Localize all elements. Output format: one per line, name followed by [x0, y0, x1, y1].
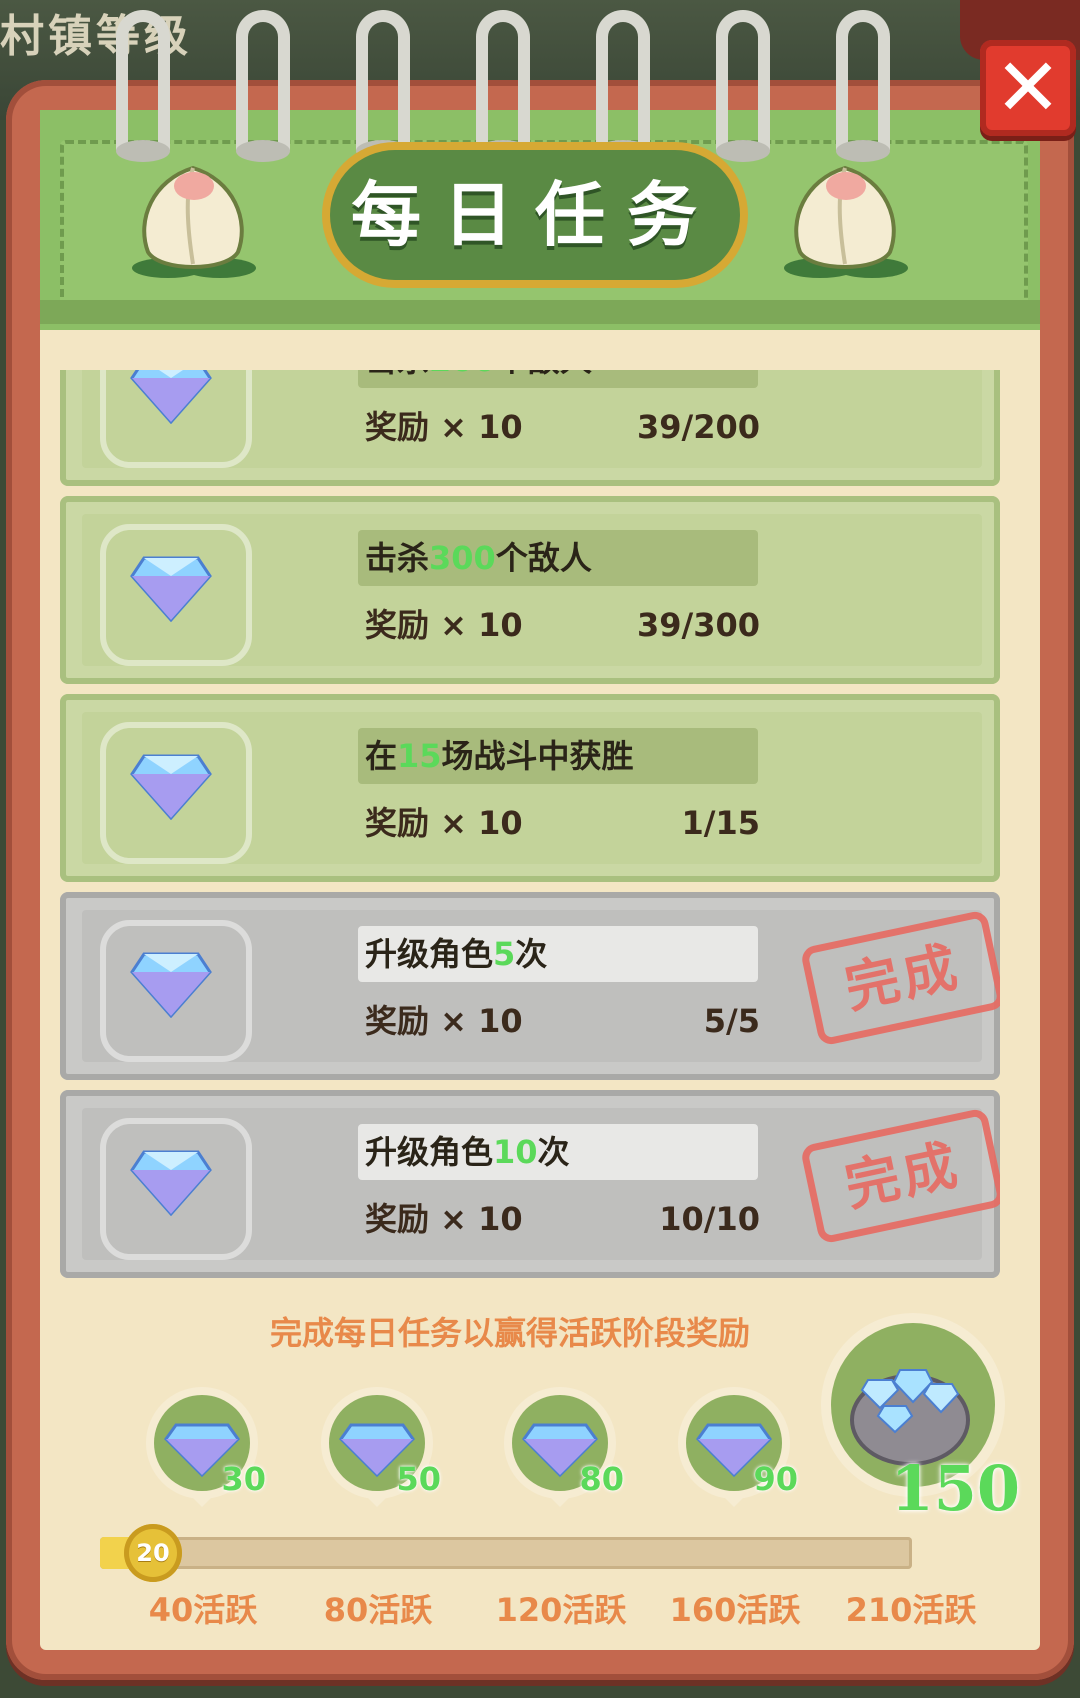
task-card: 击杀300个敌人 奖励 × 10 39/300 [60, 496, 1000, 684]
task-label: 在15场战斗中获胜 [365, 737, 634, 775]
task-progress: 10/10 [659, 1200, 760, 1238]
task-card: 在15场战斗中获胜 奖励 × 10 1/15 [60, 694, 1000, 882]
milestone-reward: 80 [579, 1460, 624, 1498]
task-reward: 奖励 × 10 [365, 408, 523, 446]
diamond-icon [130, 370, 212, 424]
task-reward: 奖励 × 10 [365, 1002, 523, 1040]
close-icon: ✕ [994, 41, 1062, 134]
task-progress: 1/15 [681, 804, 760, 842]
task-list[interactable]: 击杀200个敌人 奖励 × 10 39/200 击杀300个敌人 奖励 × 10… [60, 370, 1000, 1290]
page-title: 每日任务 [351, 174, 719, 256]
binder-ring-icon [116, 10, 170, 162]
activity-hint: 完成每日任务以赢得活跃阶段奖励 [269, 1314, 750, 1352]
binder-ring-icon [716, 10, 770, 162]
binder-ring-icon [596, 10, 650, 162]
diamond-icon [130, 556, 212, 622]
diamond-icon [130, 1150, 212, 1216]
milestone-reward: 50 [396, 1460, 441, 1498]
peach-icon [784, 165, 908, 278]
task-progress: 5/5 [703, 1002, 760, 1040]
task-label: 击杀300个敌人 [365, 539, 592, 577]
binder-ring-icon [356, 10, 410, 162]
activity-progress-bar [100, 1537, 912, 1569]
binder-ring-icon [476, 10, 530, 162]
milestone-label: 210活跃 [845, 1591, 977, 1629]
final-reward-value: 150 [890, 1452, 1020, 1525]
task-progress: 39/300 [636, 606, 760, 644]
milestone-label: 40活跃 [148, 1591, 258, 1629]
peach-icon [132, 165, 256, 278]
milestone-label: 160活跃 [669, 1591, 801, 1629]
activity-points-badge: 20 [124, 1524, 182, 1582]
binder-ring-icon [836, 10, 890, 162]
milestone-label: 120活跃 [495, 1591, 627, 1629]
milestone-reward: 90 [753, 1460, 798, 1498]
milestone-label: 80活跃 [323, 1591, 433, 1629]
binder-ring-icon [236, 10, 290, 162]
task-label: 升级角色10次 [365, 1133, 570, 1171]
milestone-reward: 30 [221, 1460, 266, 1498]
task-reward: 奖励 × 10 [365, 804, 523, 842]
diamond-icon [130, 952, 212, 1018]
task-progress: 39/200 [636, 408, 760, 446]
task-card-completed: 升级角色5次 奖励 × 10 5/5 完成 [60, 892, 1000, 1080]
task-label: 升级角色5次 [365, 935, 548, 973]
task-reward: 奖励 × 10 [365, 1200, 523, 1238]
diamond-icon [130, 754, 212, 820]
task-reward: 奖励 × 10 [365, 606, 523, 644]
task-card: 击杀200个敌人 奖励 × 10 39/200 [60, 370, 1000, 486]
task-label: 击杀200个敌人 [365, 370, 592, 388]
header-band [40, 300, 1040, 324]
task-card-completed: 升级角色10次 奖励 × 10 10/10 完成 [60, 1090, 1000, 1278]
close-button[interactable]: ✕ [980, 40, 1076, 136]
